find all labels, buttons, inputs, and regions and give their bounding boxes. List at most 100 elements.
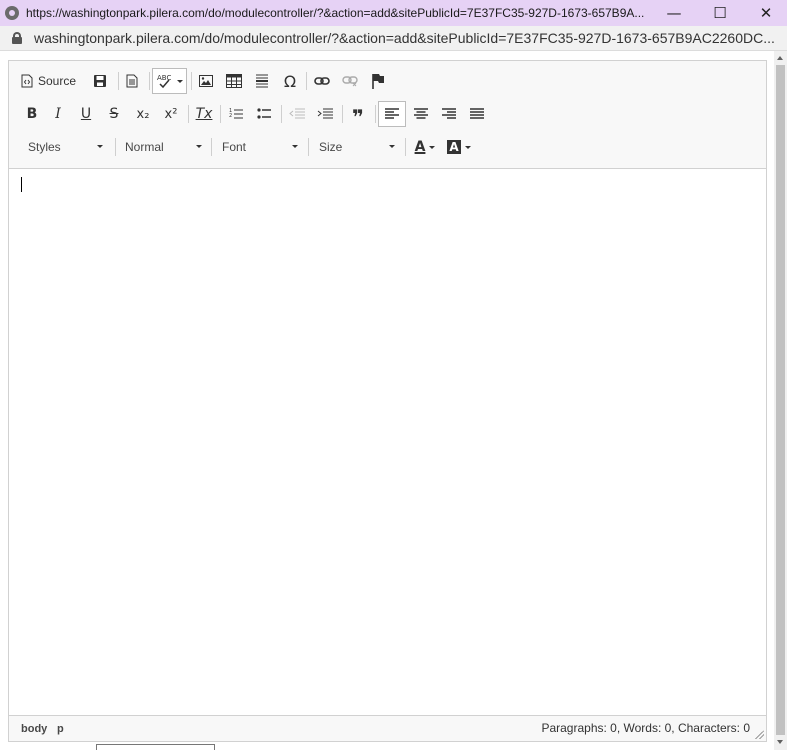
toolbar-separator — [308, 138, 309, 156]
unlink-icon — [342, 76, 358, 87]
source-button[interactable]: Source — [21, 69, 83, 93]
align-right-button[interactable] — [437, 102, 461, 126]
background-color-icon: A — [447, 140, 461, 154]
outdent-button[interactable] — [285, 102, 309, 126]
window-title: https://washingtonpark.pilera.com/do/mod… — [26, 6, 645, 20]
word-count: Paragraphs: 0, Words: 0, Characters: 0 — [541, 721, 750, 735]
text-color-button[interactable]: A — [411, 135, 439, 159]
justify-button[interactable] — [465, 102, 489, 126]
templates-icon — [126, 74, 138, 88]
save-button[interactable] — [88, 69, 112, 93]
strikethrough-button[interactable]: S — [103, 102, 125, 126]
close-button[interactable]: ✕ — [743, 0, 787, 26]
bulleted-list-button[interactable] — [252, 102, 276, 126]
special-char-icon: Ω — [283, 71, 297, 91]
address-bar: washingtonpark.pilera.com/do/modulecontr… — [0, 26, 787, 51]
site-icon — [5, 6, 19, 20]
toolbar-separator — [211, 138, 212, 156]
scroll-down-icon[interactable] — [777, 740, 783, 744]
format-label: Normal — [125, 140, 164, 154]
table-button[interactable] — [222, 69, 246, 93]
scroll-up-icon[interactable] — [777, 56, 783, 60]
horizontal-rule-button[interactable] — [250, 69, 274, 93]
special-char-button[interactable]: Ω — [278, 69, 302, 93]
unlink-button[interactable] — [338, 69, 362, 93]
align-left-icon — [385, 108, 399, 119]
blockquote-button[interactable]: ❞ — [346, 102, 370, 129]
font-label: Font — [222, 140, 247, 154]
toolbar-separator — [220, 105, 221, 123]
resize-handle-icon[interactable] — [755, 730, 764, 739]
address-url[interactable]: washingtonpark.pilera.com/do/modulecontr… — [34, 30, 779, 46]
chevron-down-icon — [389, 145, 395, 148]
chevron-down-icon — [176, 79, 183, 83]
italic-button[interactable]: I — [47, 102, 69, 126]
save-icon — [94, 75, 106, 87]
rich-text-editor: Source ABC Ω B I U S x₂ x² Tx 1 2 ❞ Styl… — [8, 60, 767, 742]
editor-statusbar: body p Paragraphs: 0, Words: 0, Characte… — [9, 715, 766, 741]
table-icon — [226, 74, 242, 88]
chevron-down-icon — [97, 145, 103, 148]
chevron-down-icon — [196, 145, 202, 148]
font-dropdown[interactable]: Font — [216, 135, 302, 159]
toolbar-separator — [115, 138, 116, 156]
svg-text:2: 2 — [229, 113, 232, 119]
subscript-button[interactable]: x₂ — [131, 102, 155, 126]
templates-button[interactable] — [120, 69, 144, 93]
background-color-button[interactable]: A — [443, 135, 475, 159]
italic-icon: I — [55, 106, 61, 122]
page-bottom-partial — [0, 743, 774, 750]
numbered-list-button[interactable]: 12 — [224, 102, 248, 126]
vertical-scrollbar[interactable] — [774, 51, 787, 750]
underline-button[interactable]: U — [75, 102, 97, 126]
lock-icon — [12, 32, 22, 44]
bold-icon: B — [26, 106, 38, 122]
toolbar-separator — [281, 105, 282, 123]
toolbar-separator — [188, 105, 189, 123]
anchor-button[interactable] — [366, 69, 390, 93]
toolbar-separator — [306, 72, 307, 90]
numbered-list-icon: 12 — [229, 108, 243, 119]
editor-toolbar: Source ABC Ω B I U S x₂ x² Tx 1 2 ❞ Styl… — [9, 61, 766, 169]
chevron-down-icon — [292, 145, 298, 148]
superscript-icon: x² — [164, 106, 178, 122]
link-button[interactable] — [310, 69, 334, 93]
subscript-icon: x₂ — [136, 106, 150, 122]
bulleted-list-icon — [257, 108, 271, 119]
superscript-button[interactable]: x² — [159, 102, 183, 126]
minimize-button[interactable]: — — [651, 0, 697, 26]
image-button[interactable] — [194, 69, 218, 93]
link-icon — [314, 77, 330, 85]
spellcheck-button[interactable]: ABC — [152, 68, 187, 94]
styles-dropdown[interactable]: Styles — [23, 135, 107, 159]
horizontal-rule-icon — [256, 74, 268, 88]
image-icon — [199, 75, 213, 87]
underline-icon: U — [80, 106, 92, 122]
scrollbar-thumb[interactable] — [776, 65, 785, 735]
bold-button[interactable]: B — [21, 102, 43, 126]
toolbar-separator — [118, 72, 119, 90]
indent-button[interactable] — [313, 102, 337, 126]
spellcheck-icon: ABC — [157, 74, 171, 89]
editor-content-area[interactable] — [9, 169, 766, 715]
toolbar-separator — [342, 105, 343, 123]
anchor-icon — [372, 74, 384, 89]
source-icon — [21, 74, 33, 88]
outdent-icon — [289, 108, 305, 119]
remove-format-icon: Tx — [195, 106, 213, 122]
align-center-button[interactable] — [409, 102, 433, 126]
partial-select[interactable] — [96, 744, 215, 750]
size-dropdown[interactable]: Size — [313, 135, 399, 159]
size-label: Size — [319, 140, 343, 154]
strikethrough-icon: S — [109, 106, 119, 122]
align-left-button[interactable] — [378, 101, 406, 127]
align-right-icon — [442, 108, 456, 119]
justify-icon — [470, 108, 484, 119]
maximize-button[interactable]: ☐ — [697, 0, 743, 26]
toolbar-separator — [191, 72, 192, 90]
remove-format-button[interactable]: Tx — [192, 102, 216, 126]
format-dropdown[interactable]: Normal — [120, 135, 206, 159]
path-body[interactable]: body — [21, 723, 47, 735]
path-p[interactable]: p — [57, 723, 64, 735]
toolbar-separator — [375, 105, 376, 123]
